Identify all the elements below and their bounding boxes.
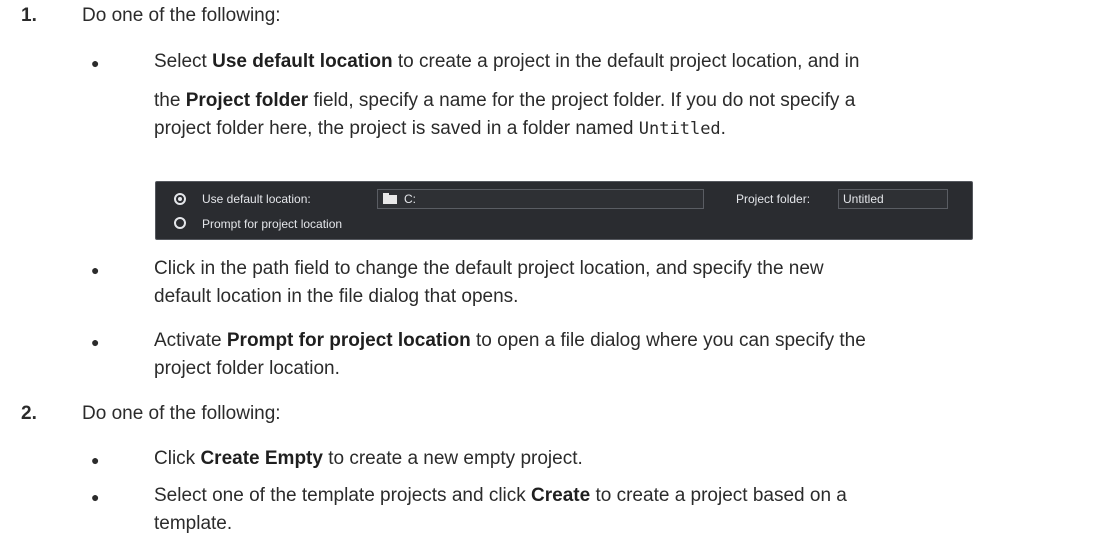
step2-bullet2-line1: Select one of the template projects and … <box>154 485 847 506</box>
use-default-location-radio[interactable] <box>174 193 186 205</box>
project-folder-label: Project folder: <box>736 192 811 206</box>
step1-bullet1-line2: the Project folder field, specify a name… <box>154 90 856 111</box>
step1-bullet2-line2: default location in the file dialog that… <box>154 286 519 307</box>
bullet-icon: ● <box>91 334 100 350</box>
step-number-2: 2. <box>21 403 37 424</box>
project-folder-value: Untitled <box>843 192 884 206</box>
bullet-icon: ● <box>91 452 100 468</box>
path-field[interactable]: C: <box>377 189 704 209</box>
use-default-location-ref: Use default location <box>212 51 393 72</box>
step1-bullet1-line3: project folder here, the project is save… <box>154 118 726 139</box>
step2-intro: Do one of the following: <box>82 403 281 424</box>
prompt-for-location-label: Prompt for project location <box>202 217 343 231</box>
step-number-1: 1. <box>21 5 37 26</box>
step1-bullet3-line1: Activate Prompt for project location to … <box>154 330 866 351</box>
step2-bullet2-line2: template. <box>154 513 233 534</box>
step2-bullet1-line1: Click Create Empty to create a new empty… <box>154 448 583 469</box>
use-default-location-label: Use default location: <box>202 192 311 206</box>
step1-bullet1-line1: Select Use default location to create a … <box>154 51 860 72</box>
folder-icon <box>383 193 397 204</box>
bullet-icon: ● <box>91 262 100 278</box>
step1-bullet2-line1: Click in the path field to change the de… <box>154 258 824 279</box>
project-folder-input[interactable]: Untitled <box>838 189 948 209</box>
bullet-icon: ● <box>91 55 100 71</box>
create-empty-ref: Create Empty <box>200 448 323 469</box>
create-ref: Create <box>531 485 591 506</box>
bullet-icon: ● <box>91 489 100 505</box>
step1-intro: Do one of the following: <box>82 5 281 26</box>
path-value: C: <box>404 192 416 206</box>
prompt-location-ref: Prompt for project location <box>226 330 471 351</box>
radio-selected-dot <box>178 197 182 201</box>
untitled-code: Untitled <box>638 119 721 139</box>
project-location-panel: Use default location: C: Project folder:… <box>155 181 973 240</box>
project-folder-ref: Project folder <box>185 90 309 111</box>
step1-bullet3-line2: project folder location. <box>154 358 340 379</box>
prompt-for-location-radio[interactable] <box>174 217 186 229</box>
